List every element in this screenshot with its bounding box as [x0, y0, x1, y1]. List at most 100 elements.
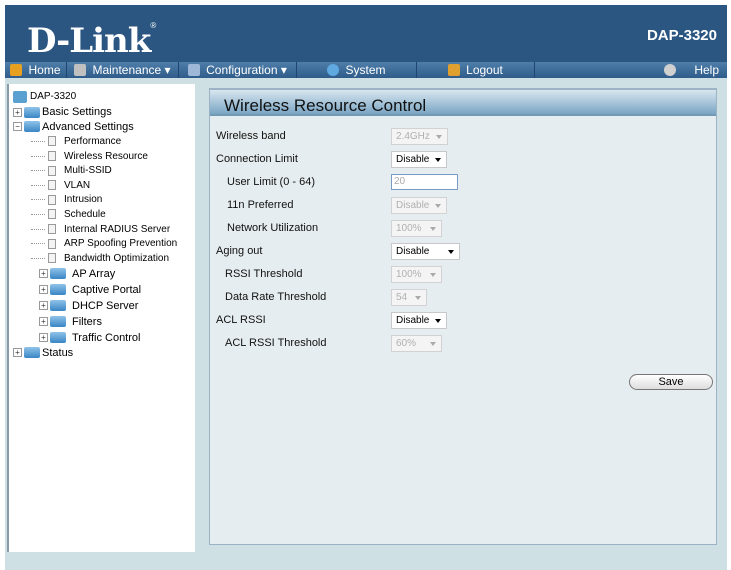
data-rate-threshold-select[interactable]: 54 [391, 289, 427, 306]
rssi-threshold-label: RSSI Threshold [225, 268, 303, 280]
advanced-pages: Performance Wireless Resource Multi-SSID… [9, 134, 195, 265]
header: D-Link® DAP-3320 [5, 5, 727, 62]
folder-icon [24, 106, 40, 118]
tree-label: Performance [64, 135, 122, 147]
chevron-down-icon [430, 227, 436, 231]
nav-label: Home [28, 63, 61, 77]
acl-rssi-threshold-select[interactable]: 60% [391, 335, 442, 352]
tree-item-multi-ssid[interactable]: Multi-SSID [9, 163, 195, 178]
tree-item-wireless-resource[interactable]: Wireless Resource [9, 149, 195, 164]
select-value: 54 [396, 292, 408, 303]
select-value: 2.4GHz [396, 131, 430, 142]
select-value: Disable [396, 200, 430, 211]
collapse-icon[interactable]: − [13, 122, 22, 132]
tree-dhcp-server[interactable]: + DHCP Server [9, 298, 195, 314]
chevron-down-icon [430, 342, 436, 346]
11n-preferred-select[interactable]: Disable [391, 197, 447, 214]
tree-item-arp-spoofing[interactable]: ARP Spoofing Prevention [9, 236, 195, 251]
wireless-band-select[interactable]: 2.4GHz [391, 128, 448, 145]
tree-label: Wireless Resource [64, 150, 148, 162]
acl-rssi-threshold-label: ACL RSSI Threshold [225, 337, 327, 349]
nav-maintenance[interactable]: Maintenance ▾ [67, 62, 179, 78]
rssi-threshold-select[interactable]: 100% [391, 266, 442, 283]
tree-label: ARP Spoofing Prevention [64, 238, 178, 250]
chevron-down-icon [435, 319, 441, 323]
select-value: Disable [396, 246, 430, 257]
tree-basic-settings[interactable]: + Basic Settings [9, 105, 195, 120]
tree-label: Captive Portal [72, 283, 142, 296]
folder-icon [24, 347, 40, 359]
home-icon [10, 64, 23, 76]
expand-icon[interactable]: + [39, 269, 48, 279]
nav-label: Maintenance ▾ [92, 63, 171, 77]
tree-captive-portal[interactable]: + Captive Portal [9, 282, 195, 298]
tree-label: Filters [72, 315, 102, 328]
aging-out-select[interactable]: Disable [391, 243, 460, 260]
chevron-down-icon [435, 204, 441, 208]
tree-status[interactable]: + Status [9, 346, 195, 361]
tools-icon [74, 64, 87, 76]
folder-icon [50, 268, 66, 280]
system-icon [327, 64, 340, 76]
tree-label: Intrusion [64, 194, 103, 206]
nav-label: System [345, 63, 386, 77]
expand-icon[interactable]: + [39, 333, 48, 343]
acl-rssi-select[interactable]: Disable [391, 312, 447, 329]
nav-configuration[interactable]: Configuration ▾ [179, 62, 297, 78]
model-name: DAP-3320 [646, 27, 717, 44]
tree-label: Basic Settings [42, 106, 112, 119]
logout-icon [448, 64, 461, 76]
tree-filters[interactable]: + Filters [9, 314, 195, 330]
expand-icon[interactable]: + [13, 107, 22, 117]
tree-advanced-settings[interactable]: − Advanced Settings [9, 120, 195, 135]
chevron-down-icon [435, 158, 441, 162]
nav-system[interactable]: System [297, 62, 417, 78]
connection-limit-label: Connection Limit [216, 153, 298, 165]
network-utilization-select[interactable]: 100% [391, 220, 442, 237]
select-value: Disable [396, 154, 430, 165]
expand-icon[interactable]: + [39, 317, 48, 327]
tree-label: Internal RADIUS Server [64, 223, 171, 235]
sidebar-tree: DAP-3320 + Basic Settings − Advanced Setti… [7, 84, 195, 552]
tree-label: Status [42, 346, 74, 359]
expand-icon[interactable]: + [39, 301, 48, 311]
nav-label: Logout [466, 63, 503, 77]
folder-icon [50, 284, 66, 296]
folder-icon [50, 300, 66, 312]
nav-home[interactable]: Home [5, 62, 67, 78]
tree-item-schedule[interactable]: Schedule [9, 207, 195, 222]
expand-icon[interactable]: + [39, 285, 48, 295]
main-panel: Wireless Resource Control Wireless band … [209, 88, 717, 545]
top-nav: Home Maintenance ▾ Configuration ▾ Syste… [5, 62, 727, 78]
tree-item-radius[interactable]: Internal RADIUS Server [9, 222, 195, 237]
select-value: Disable [396, 315, 430, 326]
tree-label: Traffic Control [72, 331, 141, 344]
select-value: 100% [396, 223, 422, 234]
tree-label: Bandwidth Optimization [64, 252, 170, 264]
tree-item-bandwidth[interactable]: Bandwidth Optimization [9, 251, 195, 266]
page-icon [48, 238, 56, 249]
user-limit-input[interactable]: 20 [391, 174, 458, 190]
wireless-band-label: Wireless band [216, 130, 286, 142]
folder-open-icon [24, 121, 40, 133]
connection-limit-select[interactable]: Disable [391, 151, 447, 168]
tree-label: DAP-3320 [30, 91, 77, 102]
expand-icon[interactable]: + [13, 348, 22, 358]
folder-icon [50, 316, 66, 328]
tree-label: Multi-SSID [64, 165, 112, 177]
tree-item-performance[interactable]: Performance [9, 134, 195, 149]
tree-item-vlan[interactable]: VLAN [9, 178, 195, 193]
page-icon [48, 180, 56, 191]
tree-ap-array[interactable]: + AP Array [9, 266, 195, 282]
nav-help[interactable]: Help [535, 62, 727, 78]
tree-item-intrusion[interactable]: Intrusion [9, 193, 195, 208]
page-icon [48, 165, 56, 176]
tree-root[interactable]: DAP-3320 [9, 88, 195, 105]
page-icon [48, 136, 56, 147]
nav-logout[interactable]: Logout [417, 62, 535, 78]
tree-traffic-control[interactable]: + Traffic Control [9, 330, 195, 346]
chevron-down-icon [415, 296, 421, 300]
acl-rssi-label: ACL RSSI [216, 314, 266, 326]
save-button[interactable]: Save [629, 374, 713, 390]
page-icon [48, 253, 56, 264]
